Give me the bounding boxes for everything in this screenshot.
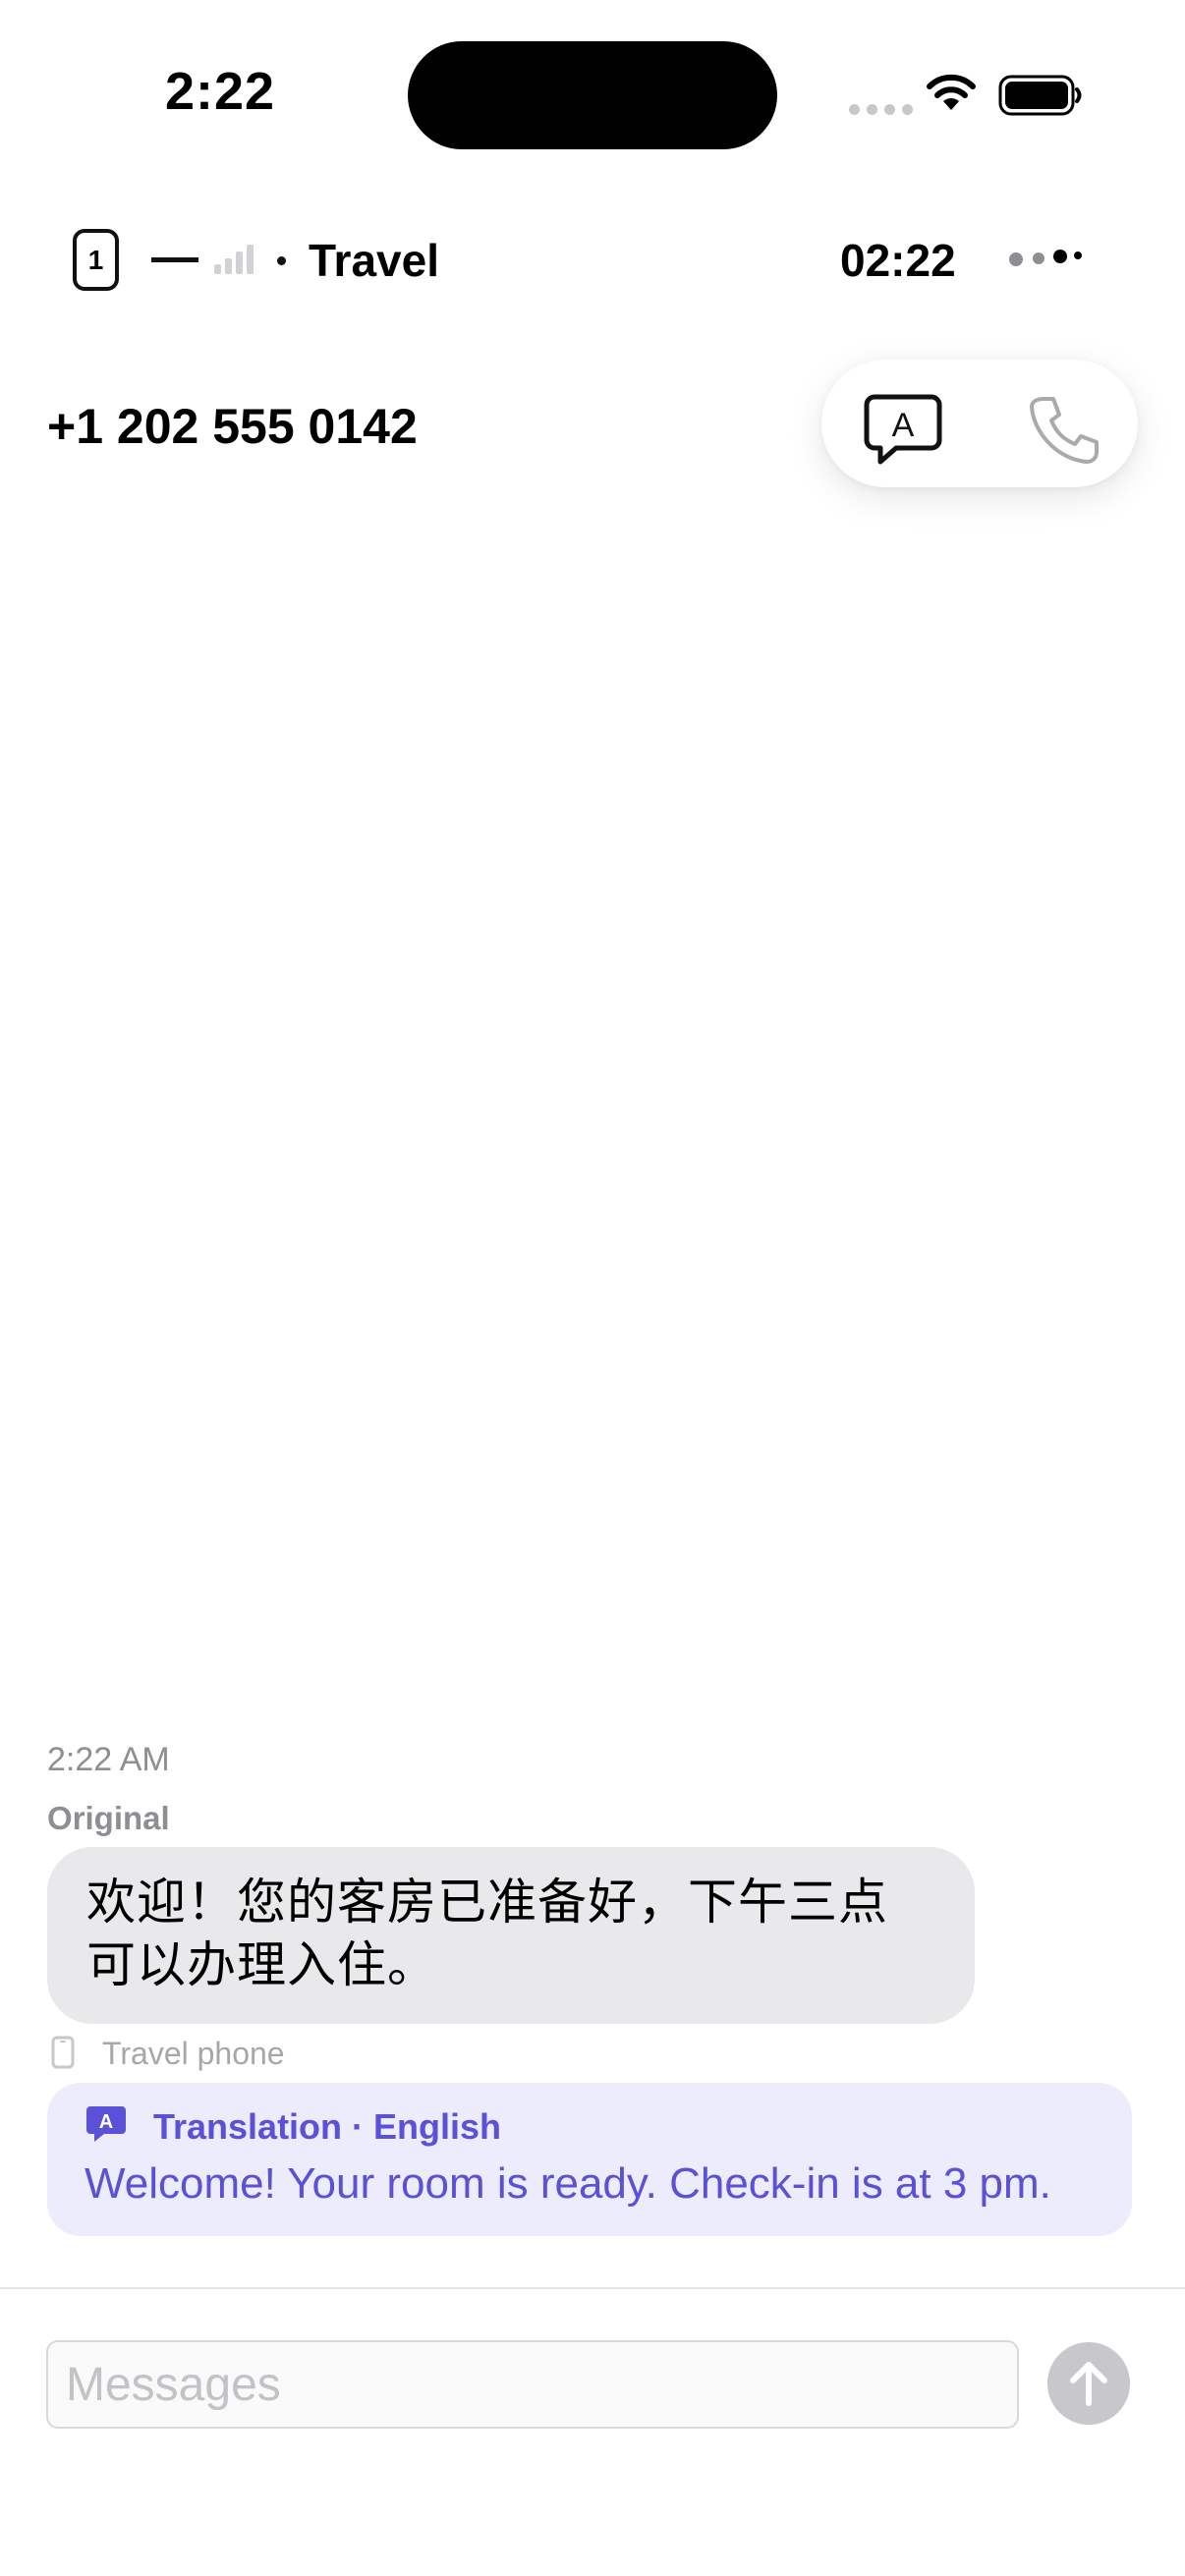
sim-icon[interactable]: 1 [73,229,119,291]
translate-icon: A [86,2106,126,2142]
more-icon[interactable] [1007,246,1082,271]
translate-icon[interactable]: A [861,391,949,470]
incoming-message-bubble[interactable]: 欢迎！您的客房已准备好，下午三点可以办理入住。 [47,1847,975,2024]
contact-number[interactable]: +1 202 555 0142 [47,398,418,455]
svg-text:A: A [99,2111,113,2133]
status-time: 2:22 [165,62,276,121]
line-tag: Travel phone [102,2036,285,2071]
translation-card[interactable]: A Translation · English Welcome! Your ro… [47,2083,1132,2236]
svg-text:A: A [892,407,915,444]
dynamic-island [408,41,777,149]
signal-icon [214,245,254,274]
action-pill: A [821,360,1138,487]
separator-dot [277,256,286,265]
message-input[interactable] [46,2340,1019,2429]
send-button[interactable] [1047,2342,1130,2425]
line-clock: 02:22 [840,235,956,286]
original-label: Original [47,1800,170,1836]
cellular-signal-icon [849,104,913,115]
translation-text: Welcome! Your room is ready. Check-in is… [85,2159,1051,2208]
original-message-text: 欢迎！您的客房已准备好，下午三点可以办理入住。 [86,1874,888,1993]
no-service-dash [151,257,198,262]
composer-divider [0,2287,1185,2289]
device-icon [51,2036,75,2069]
battery-icon [998,75,1082,116]
phone-icon[interactable] [1024,391,1102,470]
wifi-icon [927,74,976,110]
line-name[interactable]: Travel [309,234,439,287]
send-arrow-icon [1070,2362,1107,2406]
translation-label: Translation · English [153,2106,502,2147]
message-timestamp: 2:22 AM [47,1741,170,1778]
